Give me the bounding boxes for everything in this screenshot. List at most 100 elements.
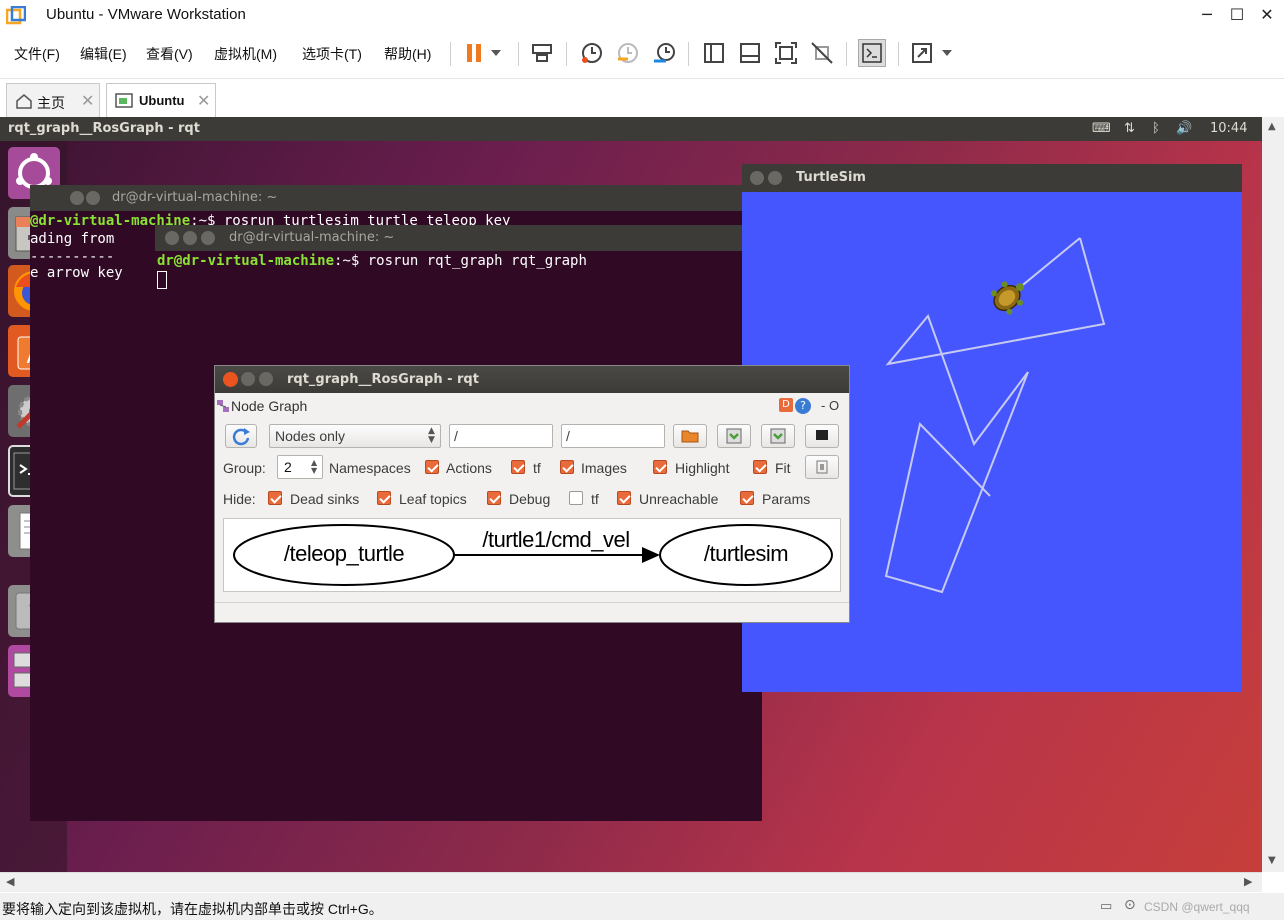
menu-edit[interactable]: 编辑(E) — [80, 44, 127, 64]
minimize-icon[interactable] — [768, 171, 782, 185]
debug-checkbox[interactable] — [487, 491, 501, 505]
minimize-icon[interactable] — [183, 231, 197, 245]
show-library-icon[interactable] — [700, 39, 728, 67]
maximize-icon[interactable] — [201, 231, 215, 245]
unreachable-checkbox[interactable] — [617, 491, 631, 505]
hide-label: Hide: — [223, 491, 256, 507]
maximize-icon[interactable] — [259, 372, 273, 386]
turtlesim-title: TurtleSim — [796, 170, 866, 185]
rqt-graph-window[interactable]: rqt_graph__RosGraph - rqt Node Graph D ?… — [214, 365, 850, 623]
stretch-icon[interactable] — [908, 39, 936, 67]
dead-sinks-checkbox[interactable] — [268, 491, 282, 505]
network-icon[interactable]: ⇅ — [1124, 121, 1135, 136]
menu-view[interactable]: 查看(V) — [146, 44, 193, 64]
leaf-topics-label: Leaf topics — [399, 491, 467, 507]
graph-mode-select[interactable]: Nodes only ▲ ▼ — [269, 424, 441, 448]
bluetooth-icon[interactable]: ᛒ — [1152, 121, 1160, 136]
window-title: Ubuntu - VMware Workstation — [46, 6, 246, 23]
pause-icon[interactable] — [460, 39, 488, 67]
stretch-dropdown-icon[interactable] — [938, 39, 956, 67]
minimize-button[interactable]: ─ — [1190, 4, 1224, 28]
topic-filter-input[interactable]: / — [561, 424, 665, 448]
maximize-icon[interactable] — [86, 191, 100, 205]
load-dot-button[interactable] — [673, 424, 707, 448]
save-image-button[interactable] — [805, 424, 839, 448]
scroll-up-icon[interactable]: ▲ — [1268, 121, 1276, 132]
network-icon[interactable]: ⊙ — [1124, 897, 1136, 913]
rqt-title-bar[interactable]: rqt_graph__RosGraph - rqt — [215, 366, 849, 393]
menu-file[interactable]: 文件(F) — [14, 44, 60, 64]
group-spinbox[interactable]: 2 ▲ ▼ — [277, 455, 323, 479]
status-message: 要将输入定向到该虚拟机，请在虚拟机内部单击或按 Ctrl+G。 — [2, 901, 383, 917]
graph-canvas[interactable]: /teleop_turtle /turtle1/cmd_vel /turtles… — [223, 518, 841, 592]
save-dot-button[interactable] — [717, 424, 751, 448]
scroll-down-icon[interactable]: ▼ — [1268, 855, 1276, 866]
menu-vm[interactable]: 虚拟机(M) — [214, 44, 277, 64]
toolbar-separator — [518, 42, 519, 66]
active-window-title: rqt_graph__RosGraph - rqt — [8, 121, 200, 136]
debug-icon[interactable]: D — [779, 398, 793, 412]
dead-sinks-label: Dead sinks — [290, 491, 360, 507]
toolbar-separator — [898, 42, 899, 66]
menu-tabs[interactable]: 选项卡(T) — [302, 44, 362, 64]
maximize-button[interactable]: ☐ — [1220, 4, 1254, 28]
vertical-scrollbar[interactable]: ▲ ▼ — [1262, 117, 1284, 872]
terminal-cursor — [157, 271, 167, 289]
thumbnail-bar-icon[interactable] — [736, 39, 764, 67]
fit-checkbox[interactable] — [753, 460, 767, 474]
snapshot-manager-icon[interactable] — [650, 39, 678, 67]
highlight-label: Highlight — [675, 460, 730, 476]
vmware-logo-icon — [6, 6, 26, 25]
close-icon[interactable] — [165, 231, 179, 245]
volume-icon[interactable]: 🔊 — [1176, 121, 1192, 136]
scroll-right-icon[interactable]: ▶ — [1244, 875, 1252, 888]
group-label: Group: — [223, 460, 266, 476]
menu-help[interactable]: 帮助(H) — [384, 44, 431, 64]
node-filter-input[interactable]: / — [449, 424, 553, 448]
dropdown-icon[interactable] — [486, 39, 506, 67]
plugin-controls[interactable]: - O — [821, 398, 839, 413]
params-label: Params — [762, 491, 811, 507]
terminal-line: dr@dr-virtual-machine:~$ rosrun rqt_grap… — [157, 253, 587, 269]
clock[interactable]: 10:44 — [1210, 121, 1247, 136]
fit-in-view-button[interactable] — [805, 455, 839, 479]
horizontal-scrollbar[interactable]: ◀ ▶ — [0, 872, 1262, 892]
minimize-icon[interactable] — [70, 191, 84, 205]
graph-mode-value: Nodes only — [275, 428, 346, 444]
leaf-topics-checkbox[interactable] — [377, 491, 391, 505]
tf-hide-checkbox[interactable] — [569, 491, 583, 505]
unity-icon[interactable] — [808, 39, 836, 67]
tab-home[interactable]: 主页 ✕ — [6, 83, 100, 117]
group-value: 2 — [284, 459, 292, 475]
scroll-left-icon[interactable]: ◀ — [6, 875, 14, 888]
revert-snapshot-icon[interactable] — [614, 39, 642, 67]
command-text: rosrun rqt_graph rqt_graph — [359, 253, 587, 269]
close-icon[interactable]: ✕ — [81, 91, 94, 110]
rqt-title: rqt_graph__RosGraph - rqt — [287, 372, 479, 387]
params-checkbox[interactable] — [740, 491, 754, 505]
highlight-checkbox[interactable] — [653, 460, 667, 474]
tf-checkbox[interactable] — [511, 460, 525, 474]
full-screen-icon[interactable] — [772, 39, 800, 67]
tab-ubuntu[interactable]: Ubuntu ✕ — [106, 83, 216, 117]
vm-display[interactable]: rqt_graph__RosGraph - rqt ⌨ ⇅ ᛒ 🔊 10:44 … — [0, 117, 1284, 872]
help-icon[interactable]: ? — [795, 398, 811, 414]
minimize-icon[interactable] — [241, 372, 255, 386]
send-ctrl-alt-del-icon[interactable] — [528, 39, 556, 67]
device-icon[interactable]: ▭ — [1100, 899, 1112, 914]
close-icon[interactable]: ✕ — [197, 91, 210, 110]
close-icon[interactable] — [750, 171, 764, 185]
toolbar-separator — [688, 42, 689, 66]
images-checkbox[interactable] — [560, 460, 574, 474]
turtlesim-title-bar[interactable]: TurtleSim — [742, 164, 1242, 192]
close-button[interactable]: ✕ — [1250, 4, 1284, 28]
terminal-title-bar[interactable]: dr@dr-virtual-machine: ~ — [30, 185, 762, 211]
snapshot-icon[interactable] — [578, 39, 606, 67]
save-svg-button[interactable] — [761, 424, 795, 448]
console-view-icon[interactable] — [858, 39, 886, 67]
watermark: CSDN @qwert_qqq — [1144, 900, 1250, 914]
refresh-button[interactable] — [225, 424, 257, 448]
actions-checkbox[interactable] — [425, 460, 439, 474]
keyboard-icon[interactable]: ⌨ — [1092, 121, 1111, 136]
close-icon[interactable] — [223, 372, 238, 387]
